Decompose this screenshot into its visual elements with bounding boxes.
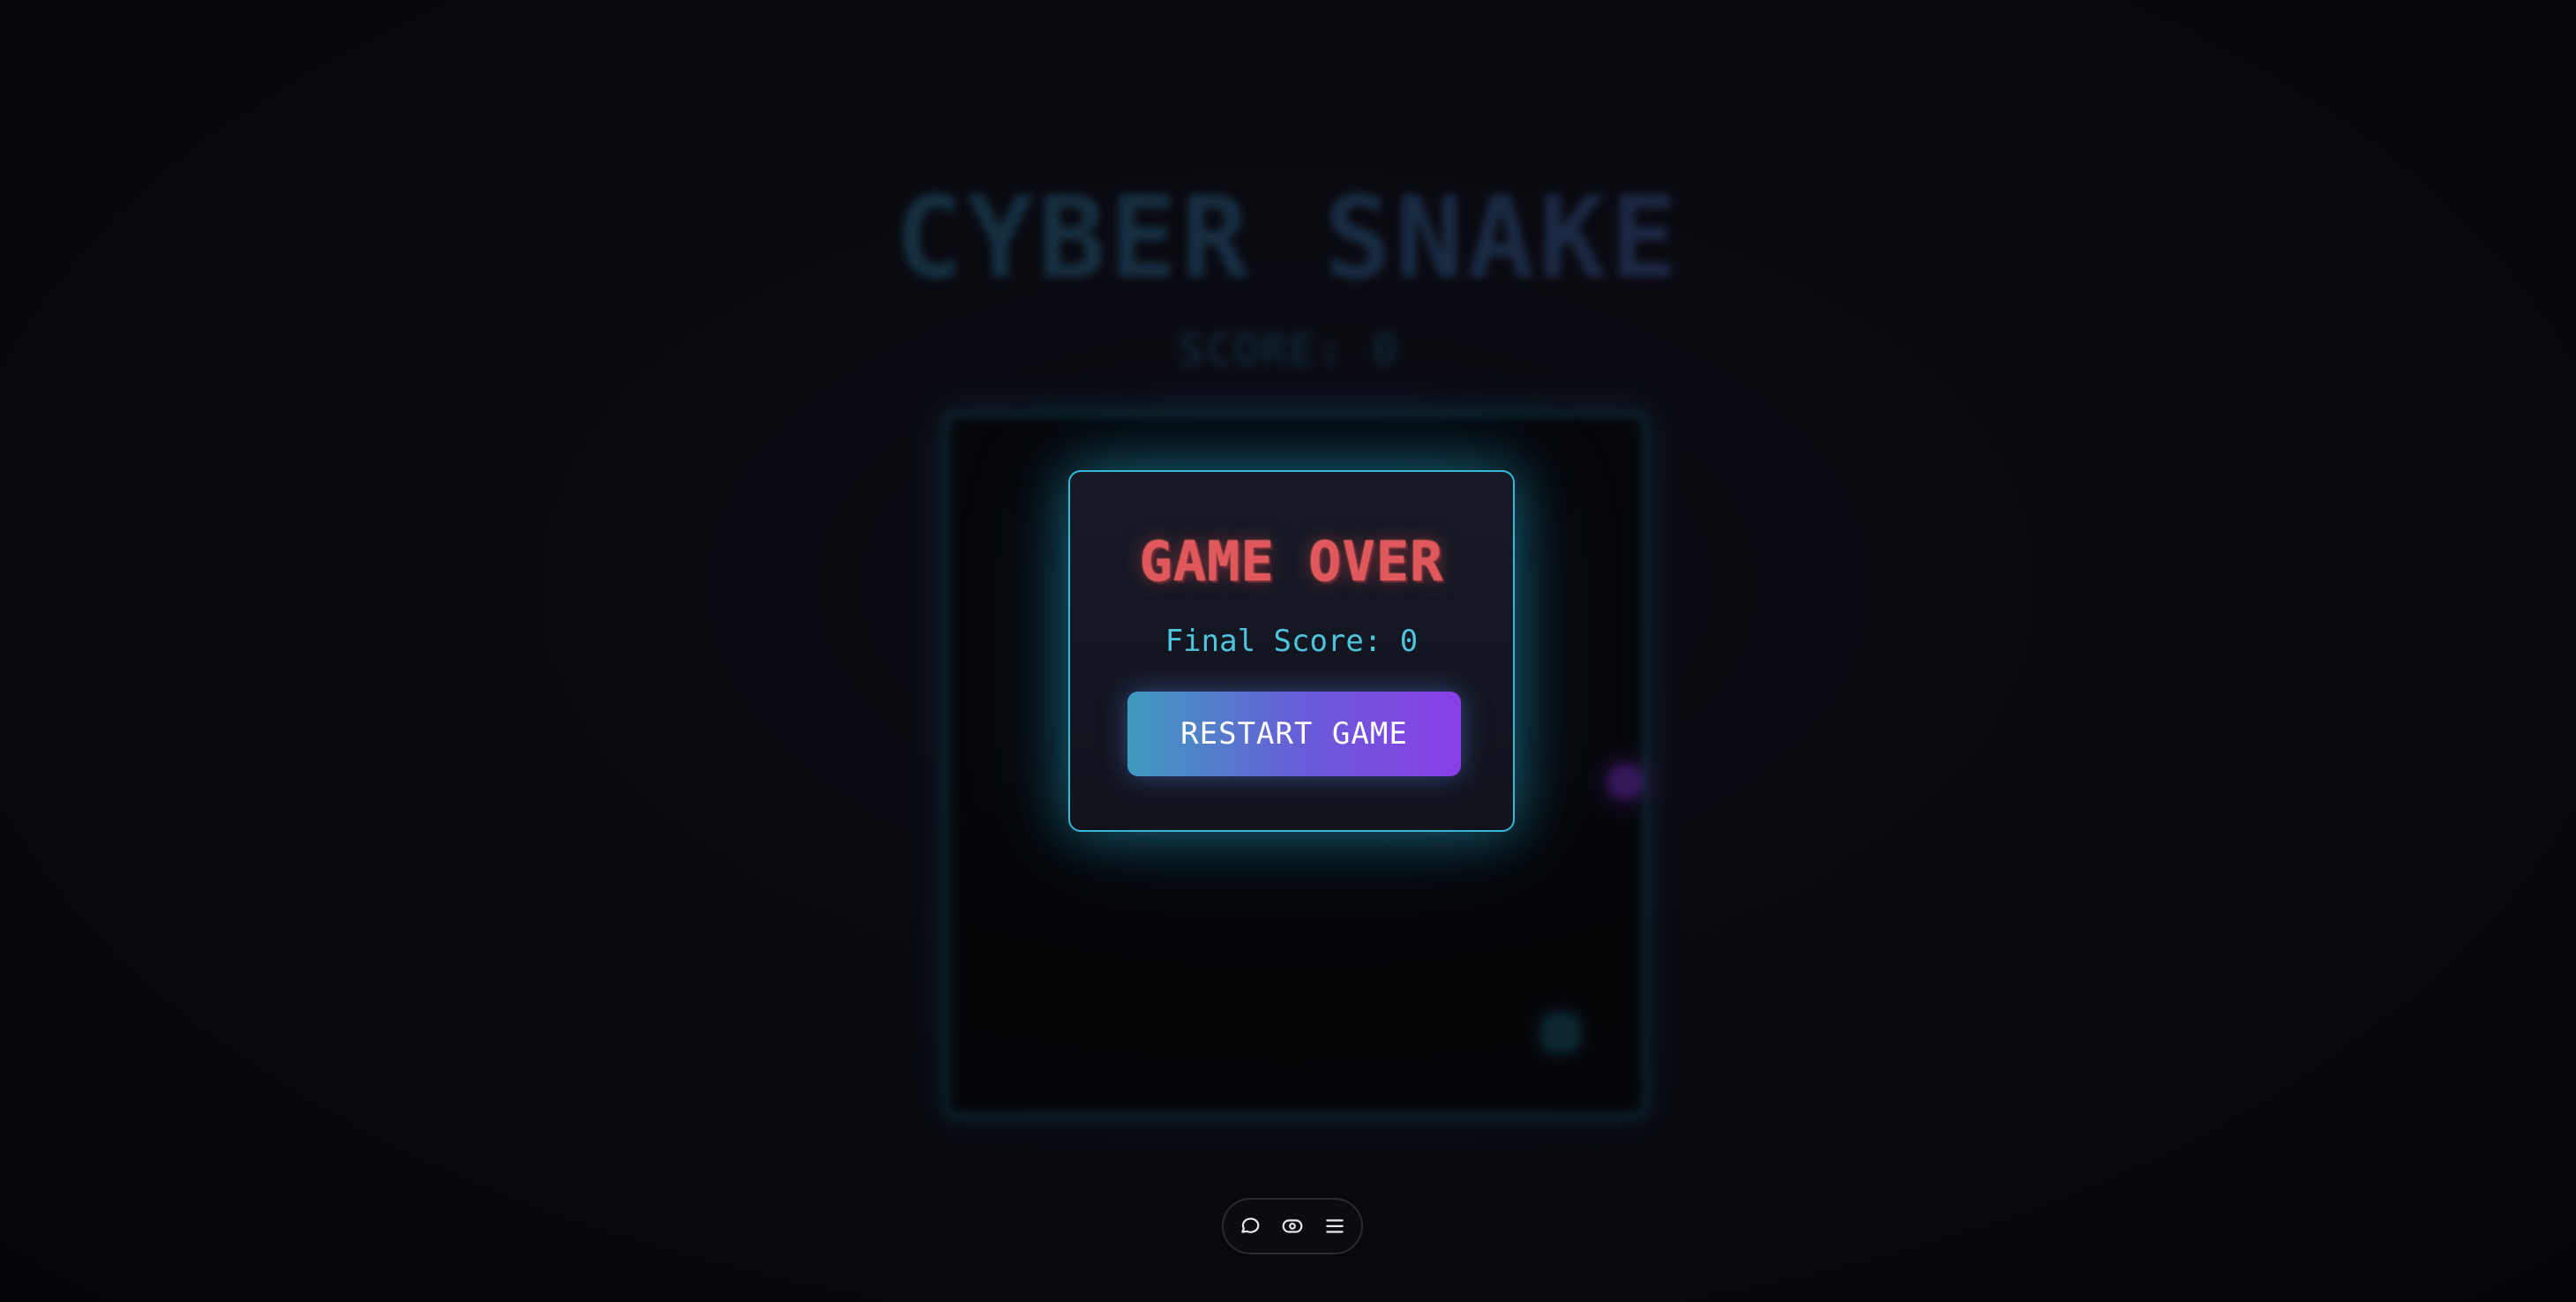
bottom-toolbar <box>1222 1198 1363 1254</box>
final-score-text: Final Score: 0 <box>1164 624 1419 659</box>
game-title: CYBER SNAKE <box>0 173 2576 305</box>
chat-icon[interactable] <box>1237 1213 1263 1239</box>
game-over-title: GAME OVER <box>1139 529 1444 594</box>
game-over-modal: GAME OVER Final Score: 0 RESTART GAME <box>1068 470 1515 832</box>
score-display: SCORE: 0 <box>1177 325 1399 378</box>
game-screen: CYBER SNAKE SCORE: 0 GAME OVER Final Sco… <box>0 0 2576 1302</box>
menu-icon[interactable] <box>1322 1213 1348 1239</box>
food-pellet <box>1607 764 1643 799</box>
snake-head <box>1544 1016 1577 1050</box>
restart-game-button[interactable]: RESTART GAME <box>1127 692 1461 776</box>
eye-icon[interactable] <box>1279 1213 1306 1239</box>
